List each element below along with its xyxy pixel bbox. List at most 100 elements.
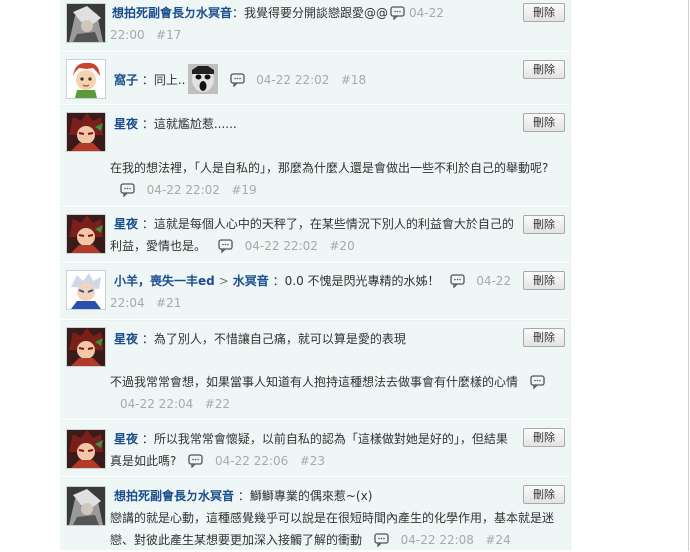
comment-first-line: 想拍死副會長ㄉ水冥音：我覺得要分開談戀跟愛@@ 04-22 [112, 4, 444, 22]
comment-text: 0.0 不愧是閃光專精的水姊！ [284, 274, 440, 288]
username-link[interactable]: 星夜 [114, 432, 138, 446]
comment-item: 星夜 ：這就尷尬惹...... 在我的想法裡，「人是自私的」，那麼為什麼人還是會… [60, 106, 570, 207]
avatar[interactable] [66, 112, 106, 152]
comment-meta-line: 04-22 22:04 #22 [120, 395, 230, 413]
comment-text-continued: 真是如此嗎? [110, 454, 177, 468]
reply-bubble-icon[interactable] [229, 73, 245, 88]
floor-number[interactable]: #18 [341, 73, 366, 87]
page-edge [688, 0, 689, 551]
comment-text-continued: 戀講的就是心動，這種感覺幾乎可以說是在很短時間內產生的化學作用，基本就是迷 [110, 511, 555, 525]
comment-item: 星夜 ：為了別人，不惜讓自己痛，就可以算是愛的表現 不過我常常會想，如果當事人知… [60, 321, 570, 420]
comment-text-line: 利益，愛情也是。 04-22 22:02 #20 [110, 237, 355, 255]
colon: ： [141, 117, 154, 131]
delete-button[interactable]: 刪除 [523, 271, 565, 290]
timestamp: 04-22 22:02 [256, 73, 330, 87]
comment-item: 想拍死副會長ㄉ水冥音 ：鰤鰤專業的偶來惹~(x) 戀講的就是心動，這種感覺幾乎可… [60, 478, 570, 551]
comment-meta-line: 22:00 #17 [110, 26, 181, 44]
delete-button[interactable]: 刪除 [523, 113, 565, 132]
delete-button[interactable]: 刪除 [523, 428, 565, 447]
reply-to-username-link[interactable]: 水冥音 [233, 274, 269, 288]
avatar[interactable] [66, 429, 106, 469]
comment-text: 所以我常常會懷疑，以前自私的認為「這樣做對她是好的」，但結果 [153, 432, 508, 446]
delete-button[interactable]: 刪除 [523, 485, 565, 504]
timestamp: 04-22 22:02 [146, 183, 220, 197]
timestamp: 04-22 22:02 [244, 239, 318, 253]
avatar[interactable] [66, 59, 106, 99]
comment-first-line: 窩子 ：同上.. 04-22 22:02 #18 [114, 64, 366, 94]
comment-item: 窩子 ：同上.. 04-22 22:02 #18 刪除 [60, 53, 570, 105]
comment-first-line: 想拍死副會長ㄉ水冥音 ：鰤鰤專業的偶來惹~(x) [114, 487, 372, 505]
avatar[interactable] [66, 214, 106, 254]
comment-text-line: 真是如此嗎? 04-22 22:06 #23 [110, 452, 325, 470]
reply-bubble-icon[interactable] [120, 183, 135, 198]
avatar[interactable] [66, 486, 106, 526]
floor-number[interactable]: #23 [300, 454, 325, 468]
timestamp-time: 22:00 [110, 28, 145, 42]
floor-number[interactable]: #22 [205, 397, 230, 411]
delete-button[interactable]: 刪除 [523, 3, 565, 22]
comment-text: 我覺得要分開談戀跟愛@@ [244, 6, 389, 20]
reply-bubble-icon[interactable] [390, 6, 405, 21]
avatar[interactable] [66, 327, 106, 367]
timestamp: 04-22 22:04 [120, 397, 194, 411]
reply-bubble-icon[interactable] [374, 533, 389, 548]
username-link[interactable]: 窩子 [114, 73, 138, 87]
comment-first-line: 星夜 ：為了別人，不惜讓自己痛，就可以算是愛的表現 [114, 330, 406, 348]
colon: ： [141, 432, 154, 446]
screaming-emoticon-icon [187, 64, 218, 94]
username-link[interactable]: 星夜 [114, 332, 138, 346]
comment-text: 鰤鰤專業的偶來惹~(x) [249, 489, 373, 503]
timestamp: 04-22 22:08 [400, 533, 474, 547]
reply-to-arrow: > [218, 274, 229, 288]
colon: ： [141, 332, 154, 346]
colon: ： [141, 217, 154, 231]
comment-text: 為了別人，不惜讓自己痛，就可以算是愛的表現 [153, 332, 406, 346]
comment-item: 小羊，喪失一丰ed > 水冥音 ：0.0 不愧是閃光專精的水姊！ 04-22 22:… [60, 264, 570, 320]
colon: ： [232, 6, 245, 20]
comment-text-line: 戀講的就是心動，這種感覺幾乎可以說是在很短時間內產生的化學作用，基本就是迷 [110, 509, 554, 527]
reply-bubble-icon[interactable] [530, 375, 545, 390]
comment-text-continued: 戀、對彼此產生某想要更加深入接觸了解的衝動 [110, 533, 363, 547]
delete-button[interactable]: 刪除 [523, 328, 565, 347]
comment-text-line: 不過我常常會想，如果當事人知道有人抱持這種想法去做事會有什麼樣的心情 [110, 373, 549, 391]
floor-number[interactable]: #19 [231, 183, 256, 197]
comment-item: 想拍死副會長ㄉ水冥音：我覺得要分開談戀跟愛@@ 04-22 22:00 #17 刪… [60, 0, 570, 52]
timestamp: 04-22 [409, 6, 444, 20]
comment-item: 星夜 ：所以我常常會懷疑，以前自私的認為「這樣做對她是好的」，但結果 真是如此嗎… [60, 421, 570, 477]
comment-first-line: 小羊，喪失一丰ed > 水冥音 ：0.0 不愧是閃光專精的水姊！ 04-22 [114, 272, 511, 290]
timestamp-time: 22:04 [110, 296, 145, 310]
username-link[interactable]: 小羊，喪失一丰ed [114, 274, 215, 288]
avatar[interactable] [66, 3, 106, 43]
timestamp: 04-22 [476, 274, 512, 288]
comment-text: 這就尷尬惹...... [153, 117, 237, 131]
comment-first-line: 星夜 ：這就是每個人心中的天秤了，在某些情況下別人的利益會大於自己的 [114, 215, 514, 233]
comment-text-line: 戀、對彼此產生某想要更加深入接觸了解的衝動 04-22 22:08 #24 [110, 531, 511, 549]
comment-first-line: 星夜 ：這就尷尬惹...... [114, 115, 237, 133]
delete-button[interactable]: 刪除 [523, 215, 565, 234]
comment-meta-line: 22:04 #21 [110, 294, 181, 312]
avatar[interactable] [66, 270, 106, 310]
reply-bubble-icon[interactable] [218, 239, 233, 254]
reply-bubble-icon[interactable] [449, 274, 465, 289]
reply-bubble-icon[interactable] [188, 454, 204, 469]
floor-number[interactable]: #24 [485, 533, 510, 547]
delete-button[interactable]: 刪除 [523, 60, 565, 79]
timestamp: 04-22 22:06 [215, 454, 289, 468]
username-link[interactable]: 星夜 [114, 117, 138, 131]
comment-text: 這就是每個人心中的天秤了，在某些情況下別人的利益會大於自己的 [153, 217, 514, 231]
comment-meta-line: 04-22 22:02 #19 [118, 181, 257, 199]
comment-text-continued: 不過我常常會想，如果當事人知道有人抱持這種想法去做事會有什麼樣的心情 [110, 375, 519, 389]
username-link[interactable]: 想拍死副會長ㄉ水冥音 [112, 6, 232, 20]
colon: ： [237, 489, 250, 503]
username-link[interactable]: 星夜 [114, 217, 138, 231]
floor-number[interactable]: #17 [156, 28, 181, 42]
comment-text: 同上.. [153, 73, 186, 87]
username-link[interactable]: 想拍死副會長ㄉ水冥音 [114, 489, 234, 503]
comment-item: 星夜 ：這就是每個人心中的天秤了，在某些情況下別人的利益會大於自己的 利益，愛情… [60, 208, 570, 263]
colon: ： [141, 73, 154, 87]
floor-number[interactable]: #21 [156, 296, 181, 310]
comment-text-continued: 在我的想法裡，「人是自私的」，那麼為什麼人還是會做出一些不利於自己的舉動呢? [110, 161, 549, 175]
colon: ： [272, 274, 285, 288]
comment-text-line: 在我的想法裡，「人是自私的」，那麼為什麼人還是會做出一些不利於自己的舉動呢? [110, 159, 548, 177]
floor-number[interactable]: #20 [329, 239, 354, 253]
